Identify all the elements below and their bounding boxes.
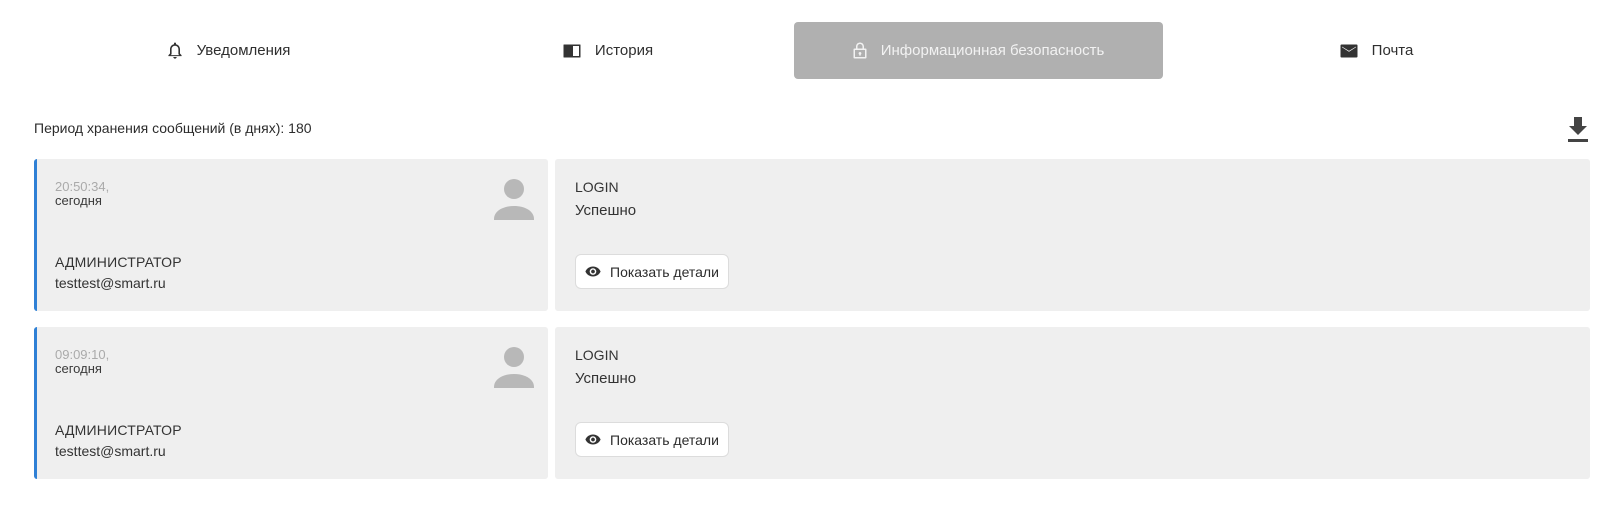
mail-icon bbox=[1340, 44, 1358, 58]
tab-history-label: История bbox=[594, 42, 654, 59]
show-details-label: Показать детали bbox=[610, 263, 719, 280]
event-result: Успешно bbox=[575, 202, 637, 219]
tab-notifications[interactable]: Уведомления bbox=[34, 22, 423, 79]
event-meta-card: 20:50:34, сегодня АДМИНИСТРАТОР testtest… bbox=[34, 159, 548, 311]
download-button[interactable] bbox=[1566, 115, 1590, 143]
user-role: АДМИНИСТРАТОР bbox=[55, 254, 182, 270]
event-time: 09:09:10, bbox=[55, 347, 110, 362]
event-meta-card: 09:09:10, сегодня АДМИНИСТРАТОР testtest… bbox=[34, 327, 548, 479]
tab-history[interactable]: История bbox=[423, 22, 793, 79]
lock-icon bbox=[853, 42, 867, 59]
tab-bar: Уведомления История Информационная безоп… bbox=[34, 22, 1590, 79]
eye-icon bbox=[585, 264, 601, 280]
tab-information-security-label: Информационная безопасность bbox=[880, 42, 1105, 59]
show-details-label: Показать детали bbox=[610, 431, 719, 448]
download-icon bbox=[1566, 117, 1590, 147]
user-email: testtest@smart.ru bbox=[55, 443, 166, 459]
user-role: АДМИНИСТРАТОР bbox=[55, 422, 182, 438]
user-avatar-icon bbox=[492, 178, 536, 220]
tab-mail-label: Почта bbox=[1371, 42, 1414, 59]
event-row: 09:09:10, сегодня АДМИНИСТРАТОР testtest… bbox=[34, 327, 1590, 479]
tab-information-security[interactable]: Информационная безопасность bbox=[794, 22, 1163, 79]
event-day: сегодня bbox=[55, 193, 102, 208]
bell-icon bbox=[167, 42, 183, 60]
event-time: 20:50:34, bbox=[55, 179, 110, 194]
event-row: 20:50:34, сегодня АДМИНИСТРАТОР testtest… bbox=[34, 159, 1590, 311]
user-email: testtest@smart.ru bbox=[55, 275, 166, 291]
event-action: LOGIN bbox=[575, 179, 619, 195]
user-avatar-icon bbox=[492, 346, 536, 388]
book-icon bbox=[563, 44, 581, 58]
event-detail-card: LOGIN Успешно Показать детали bbox=[555, 327, 1590, 479]
event-day: сегодня bbox=[55, 361, 102, 376]
event-result: Успешно bbox=[575, 370, 637, 387]
show-details-button[interactable]: Показать детали bbox=[575, 422, 729, 457]
event-detail-card: LOGIN Успешно Показать детали bbox=[555, 159, 1590, 311]
tab-notifications-label: Уведомления bbox=[196, 42, 291, 59]
event-action: LOGIN bbox=[575, 347, 619, 363]
tab-mail[interactable]: Почта bbox=[1163, 22, 1590, 79]
retention-period-label: Период хранения сообщений (в днях): 180 bbox=[34, 120, 312, 136]
show-details-button[interactable]: Показать детали bbox=[575, 254, 729, 289]
eye-icon bbox=[585, 432, 601, 448]
